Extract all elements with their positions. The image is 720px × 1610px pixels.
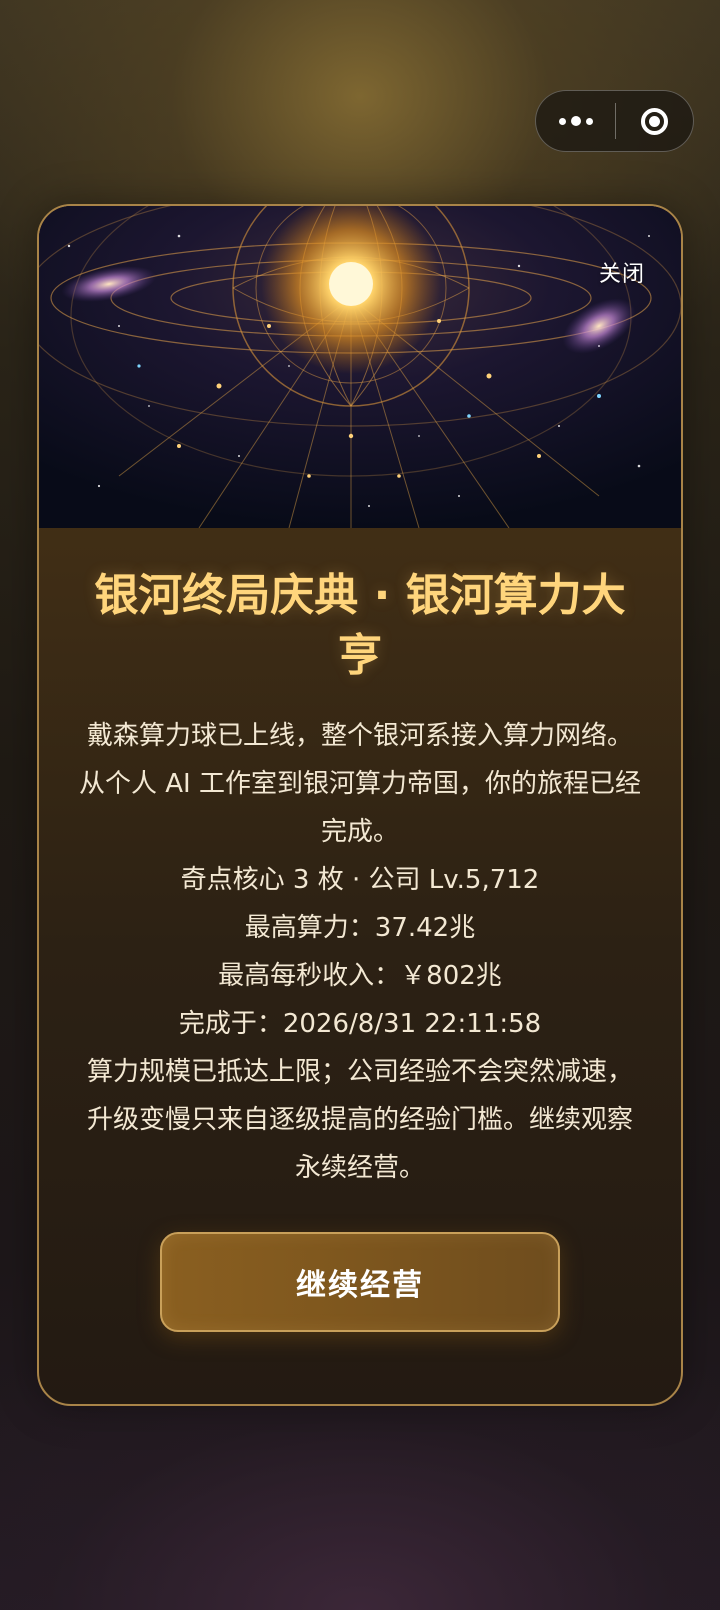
modal-title: 银河终局庆典 · 银河算力大亨 — [94, 570, 626, 681]
more-menu-button[interactable] — [536, 91, 615, 151]
miniprogram-capsule — [535, 90, 694, 152]
more-dots-icon — [558, 116, 593, 126]
ending-modal: 关闭 银河终局庆典 · 银河算力大亨 戴森算力球已上线，整个银河系接入算力网络。… — [37, 204, 683, 1406]
continue-button[interactable]: 继续经营 — [160, 1232, 560, 1332]
summary-line-completed-at: 完成于：2026/8/31 22:11:58 — [178, 1009, 542, 1039]
target-close-icon — [641, 107, 668, 135]
summary-line-max-income: 最高每秒收入：￥802兆 — [218, 961, 502, 991]
modal-content: 银河终局庆典 · 银河算力大亨 戴森算力球已上线，整个银河系接入算力网络。 从个… — [39, 528, 681, 1332]
summary-text: 戴森算力球已上线，整个银河系接入算力网络。 从个人 AI 工作室到银河算力帝国，… — [75, 712, 645, 1192]
summary-line-max-compute: 最高算力：37.42兆 — [244, 913, 476, 943]
dyson-sphere-image: 关闭 — [39, 206, 681, 528]
summary-line-core-level: 奇点核心 3 枚 · 公司 Lv.5,712 — [180, 865, 540, 895]
summary-line-intro: 戴森算力球已上线，整个银河系接入算力网络。 — [86, 721, 633, 751]
summary-line-journey: 从个人 AI 工作室到银河算力帝国，你的旅程已经完成。 — [79, 769, 641, 847]
exit-miniprogram-button[interactable] — [616, 91, 693, 151]
summary-line-note: 算力规模已抵达上限；公司经验不会突然减速，升级变慢只来自逐级提高的经验门槛。继续… — [86, 1057, 633, 1183]
close-button[interactable]: 关闭 — [599, 256, 645, 288]
